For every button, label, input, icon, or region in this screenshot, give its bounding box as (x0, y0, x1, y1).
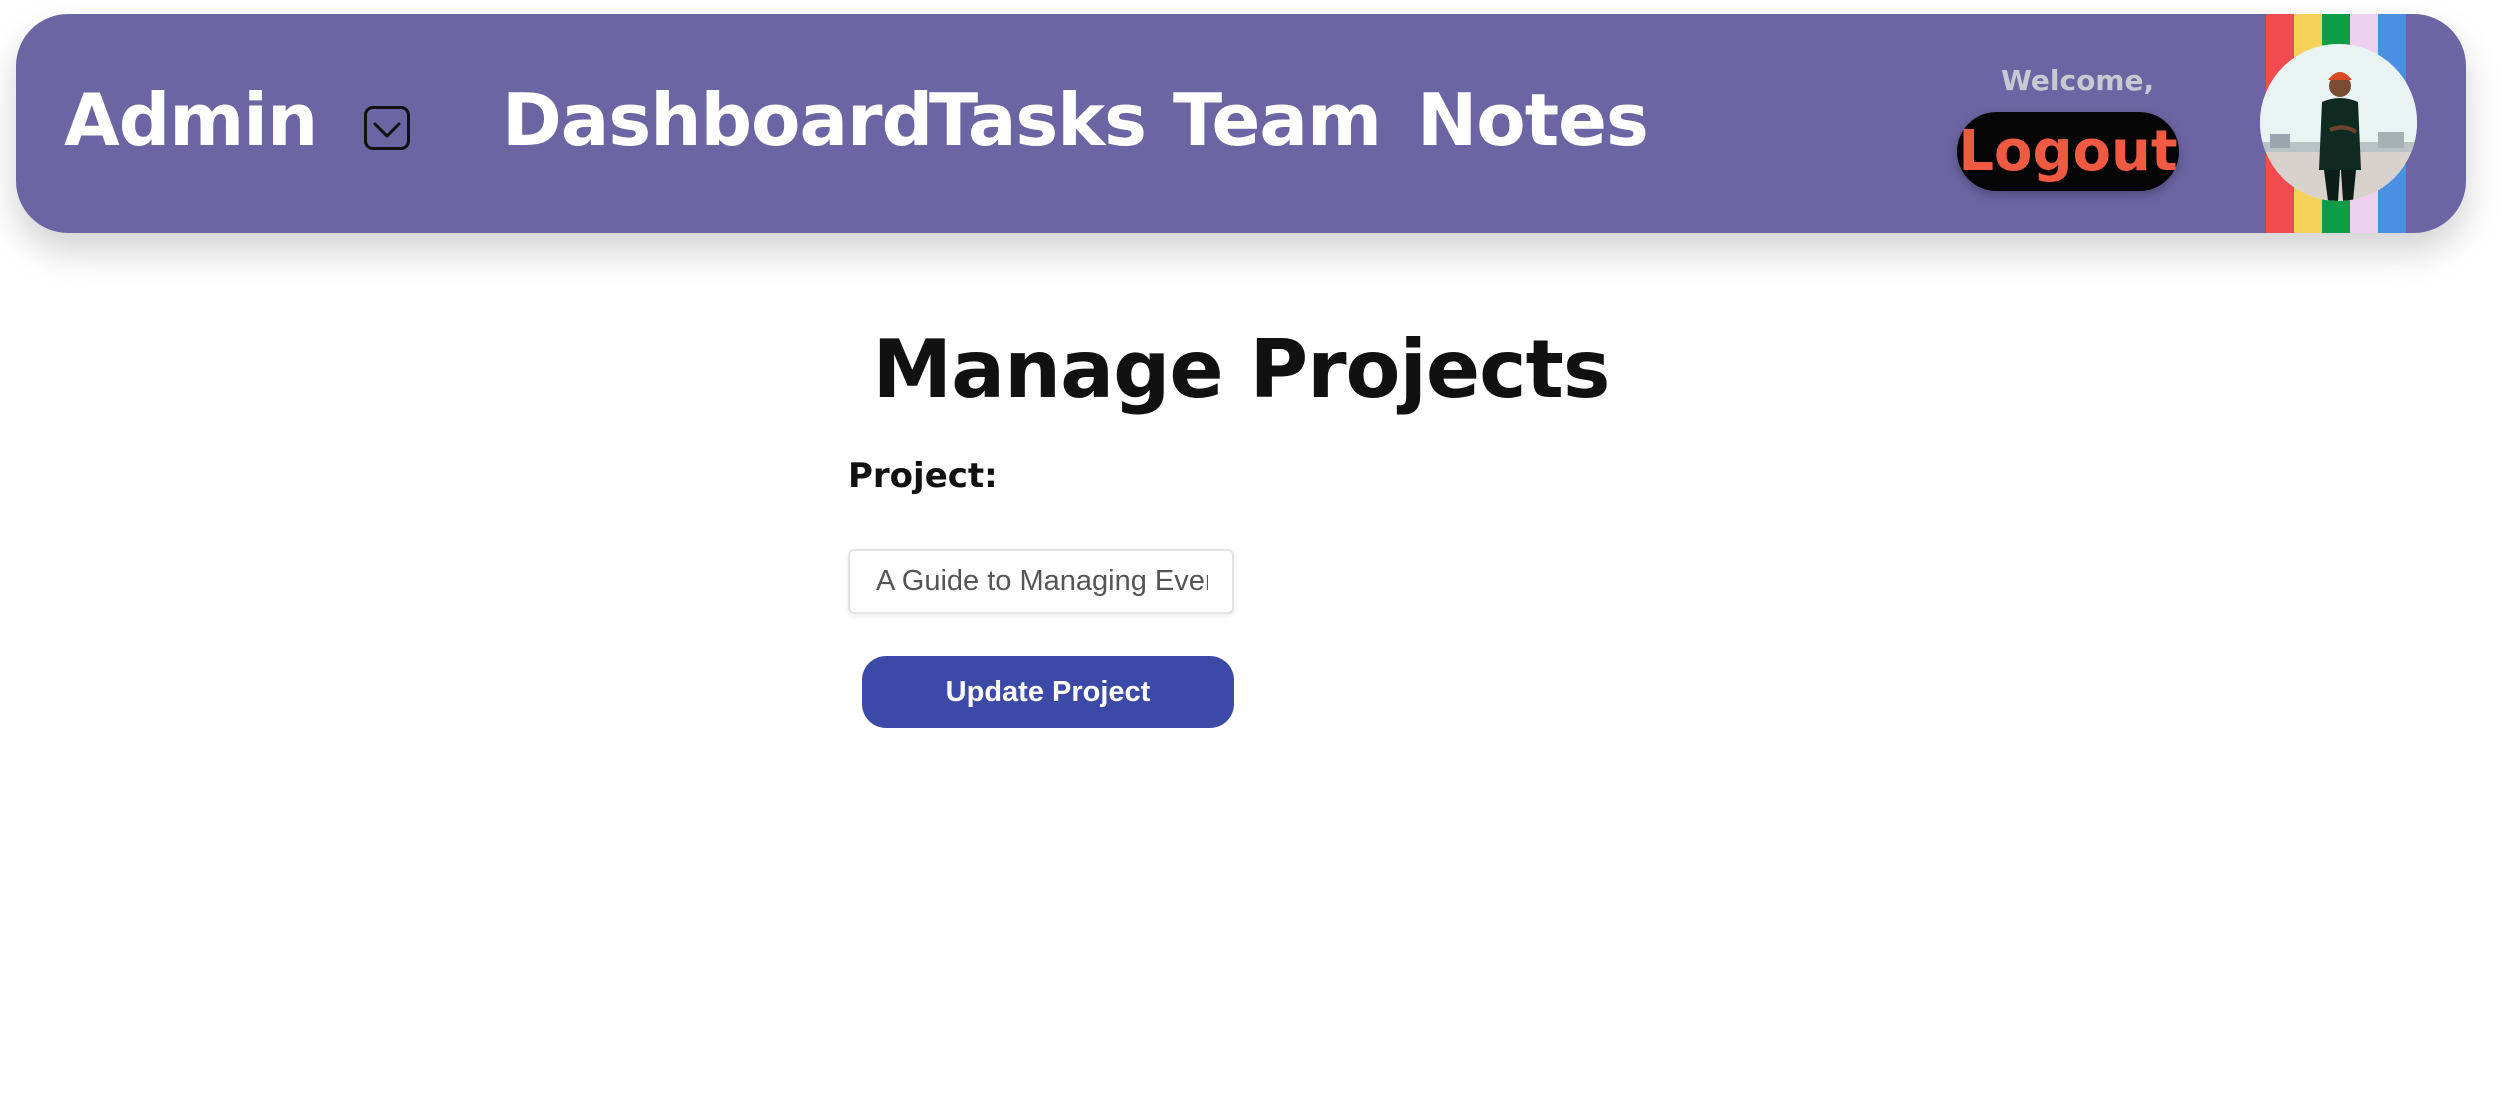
nav-link-dashboard[interactable]: Dashboard (502, 84, 933, 156)
page-title: Manage Projects (872, 323, 1611, 416)
chevron-down-icon[interactable] (364, 106, 410, 150)
top-navbar: Admin Dashboard Tasks Team Notes Welcome… (16, 14, 2466, 233)
nav-link-tasks[interactable]: Tasks (929, 84, 1147, 156)
welcome-text: Welcome, (2001, 64, 2155, 97)
brand-title: Admin (64, 78, 318, 162)
logout-button[interactable]: Logout (1957, 112, 2179, 191)
update-project-button[interactable]: Update Project (862, 656, 1234, 728)
nav-link-team[interactable]: Team (1173, 84, 1382, 156)
project-label: Project: (848, 456, 998, 496)
nav-link-notes[interactable]: Notes (1417, 84, 1649, 156)
avatar[interactable] (2260, 44, 2417, 201)
project-input[interactable] (848, 549, 1234, 614)
